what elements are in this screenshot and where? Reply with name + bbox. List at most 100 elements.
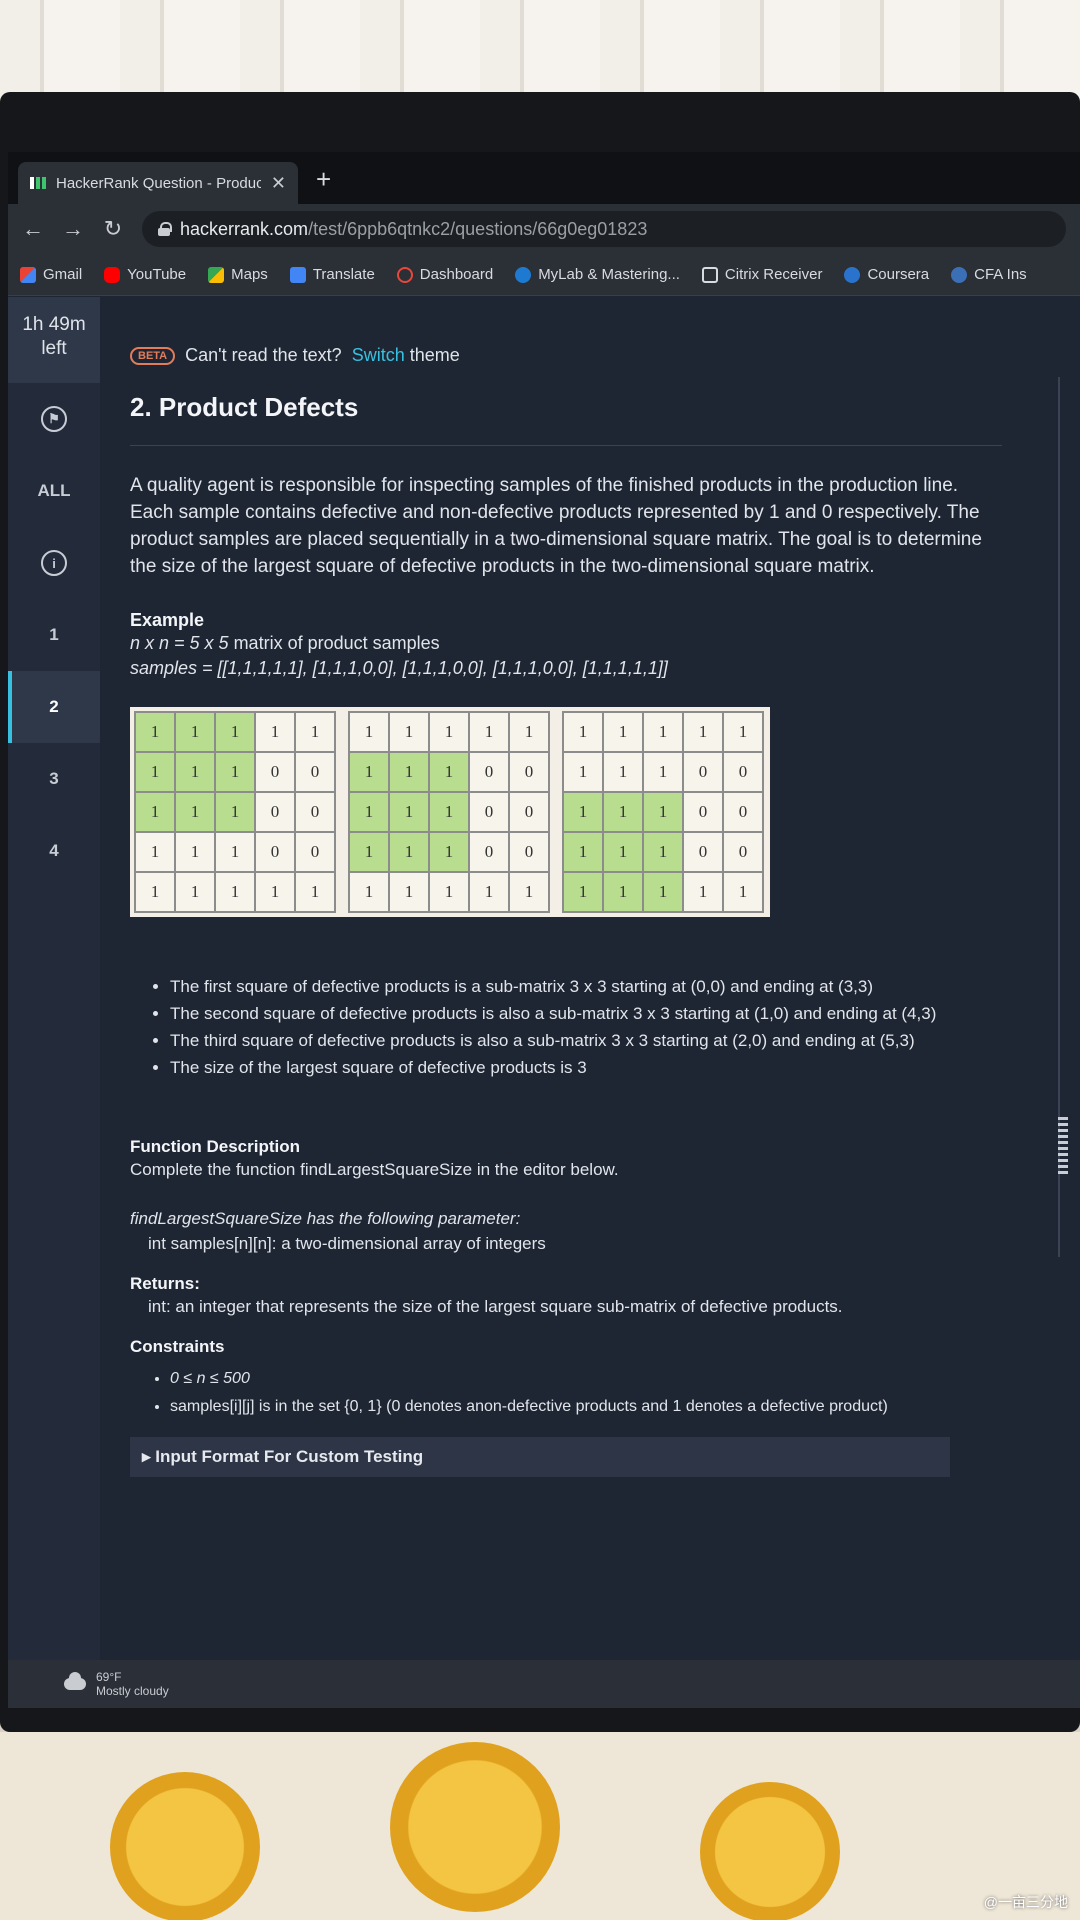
matrix-cell: 0 [683,792,723,832]
youtube-icon [104,266,121,283]
sample-matrix: 1111111100111001110011111 [134,711,336,913]
matrix-cell: 1 [563,792,603,832]
list-item: The size of the largest square of defect… [170,1054,1002,1081]
matrix-cell: 1 [643,752,683,792]
parameter-intro: findLargestSquareSize has the following … [130,1209,521,1228]
new-tab-button[interactable]: + [316,164,331,195]
nav-item-question-2[interactable]: 2 [8,671,100,743]
hackerrank-app: 1h 49m left ⚑ ALL i 1 2 3 4 BETA Can't r… [8,297,1080,1708]
matrix-cell: 1 [563,832,603,872]
info-button[interactable]: i [8,527,100,599]
nav-item-label: ALL [37,481,71,500]
matrix-cell: 0 [509,792,549,832]
matrix-cell: 0 [509,832,549,872]
matrix-cell: 1 [389,832,429,872]
bookmark-coursera[interactable]: Coursera [844,266,929,283]
taskbar: 69°F Mostly cloudy [8,1660,1080,1708]
matrix-cell: 0 [469,792,509,832]
watermark: @一亩三分地 [983,1894,1068,1910]
info-icon: i [41,550,67,576]
matrix-cell: 0 [683,752,723,792]
matrix-cell: 1 [135,712,175,752]
nav-item-question-1[interactable]: 1 [8,599,100,671]
parameter-line: int samples[n][n]: a two-dimensional arr… [148,1234,546,1253]
matrix-cell: 1 [175,832,215,872]
translate-icon [289,266,306,283]
example-matrix-diagrams: 1111111100111001110011111111111110011100… [130,707,770,917]
bookmark-cfa[interactable]: CFA Ins [951,266,1027,283]
back-arrow-icon[interactable]: ← [22,216,44,242]
nav-item-label: 1 [49,625,59,644]
banner-text-after: theme [409,345,460,365]
bookmark-gmail[interactable]: Gmail [20,266,82,283]
matrix-cell: 1 [349,832,389,872]
example-size-line: n x n = 5 x 5 matrix of product samples [130,631,1002,656]
lemon-pattern [110,1772,260,1920]
bookmarks-bar: Gmail YouTube Maps Translate Dashboard M… [8,254,1080,296]
example-size: n x n = 5 x 5 [130,633,229,653]
nav-item-question-3[interactable]: 3 [8,743,100,815]
timer-suffix: left [41,338,67,359]
input-format-toggle[interactable]: ▸ Input Format For Custom Testing [130,1437,950,1477]
beta-badge: BETA [130,346,176,365]
coursera-icon [844,266,861,283]
resize-handle[interactable] [1058,1117,1068,1177]
close-icon[interactable]: ✕ [271,173,286,194]
matrix-cell: 1 [215,832,255,872]
question-title: 2. Product Defects [130,392,1002,446]
matrix-cell: 1 [135,872,175,912]
matrix-cell: 0 [295,832,335,872]
gmail-icon [20,266,36,283]
list-item: 0 ≤ n ≤ 500 [170,1365,1002,1393]
matrix-cell: 1 [643,712,683,752]
cloud-icon [64,1672,86,1690]
flag-button[interactable]: ⚑ [8,383,100,455]
nav-item-question-4[interactable]: 4 [8,815,100,887]
url-input[interactable]: hackerrank.com/test/6ppb6qtnkc2/question… [142,211,1066,247]
matrix-cell: 1 [643,832,683,872]
matrix-cell: 1 [389,872,429,912]
pearson-icon [515,266,532,283]
explanation-list: The first square of defective products i… [130,973,1002,1081]
matrix-cell: 1 [175,712,215,752]
matrix-cell: 1 [389,752,429,792]
matrix-cell: 1 [603,872,643,912]
nav-item-label: 4 [49,841,59,860]
matrix-cell: 1 [563,752,603,792]
bookmark-youtube[interactable]: YouTube [104,266,186,283]
bookmark-translate[interactable]: Translate [289,266,375,283]
url-path: /test/6ppb6qtnkc2/questions/66g0eg01823 [308,218,648,239]
tab-title: HackerRank Question - Product I [56,174,261,192]
browser-tab[interactable]: HackerRank Question - Product I ✕ [18,162,298,204]
citrix-icon [701,266,718,283]
reload-icon[interactable]: ↻ [102,216,124,242]
matrix-cell: 1 [603,832,643,872]
matrix-cell: 1 [469,872,509,912]
function-description-heading: Function Description [130,1137,300,1156]
bookmark-label: YouTube [127,266,187,283]
matrix-cell: 0 [255,792,295,832]
sample-matrix: 1111111100111001110011111 [348,711,550,913]
bookmark-label: MyLab & Mastering... [538,266,680,283]
matrix-cell: 1 [175,792,215,832]
monitor-bezel: HackerRank Question - Product I ✕ + ← → … [0,92,1080,1732]
bookmark-maps[interactable]: Maps [208,266,268,283]
matrix-cell: 0 [295,752,335,792]
bookmark-mylab[interactable]: MyLab & Mastering... [515,266,680,283]
matrix-cell: 1 [135,752,175,792]
matrix-cell: 1 [295,712,335,752]
forward-arrow-icon[interactable]: → [62,216,84,242]
switch-theme-link[interactable]: Switch [352,345,405,365]
example-heading: Example [130,610,205,630]
example-size-rest: matrix of product samples [228,633,440,653]
matrix-cell: 1 [469,712,509,752]
bookmark-dashboard[interactable]: Dashboard [396,266,493,283]
bookmark-label: CFA Ins [974,266,1027,283]
matrix-cell: 1 [603,712,643,752]
nav-item-all[interactable]: ALL [8,455,100,527]
address-bar: ← → ↻ hackerrank.com/test/6ppb6qtnkc2/qu… [8,204,1080,254]
bookmark-label: Maps [231,266,268,283]
matrix-cell: 1 [175,752,215,792]
weather-widget[interactable]: 69°F Mostly cloudy [96,1670,169,1698]
bookmark-citrix[interactable]: Citrix Receiver [701,266,822,283]
